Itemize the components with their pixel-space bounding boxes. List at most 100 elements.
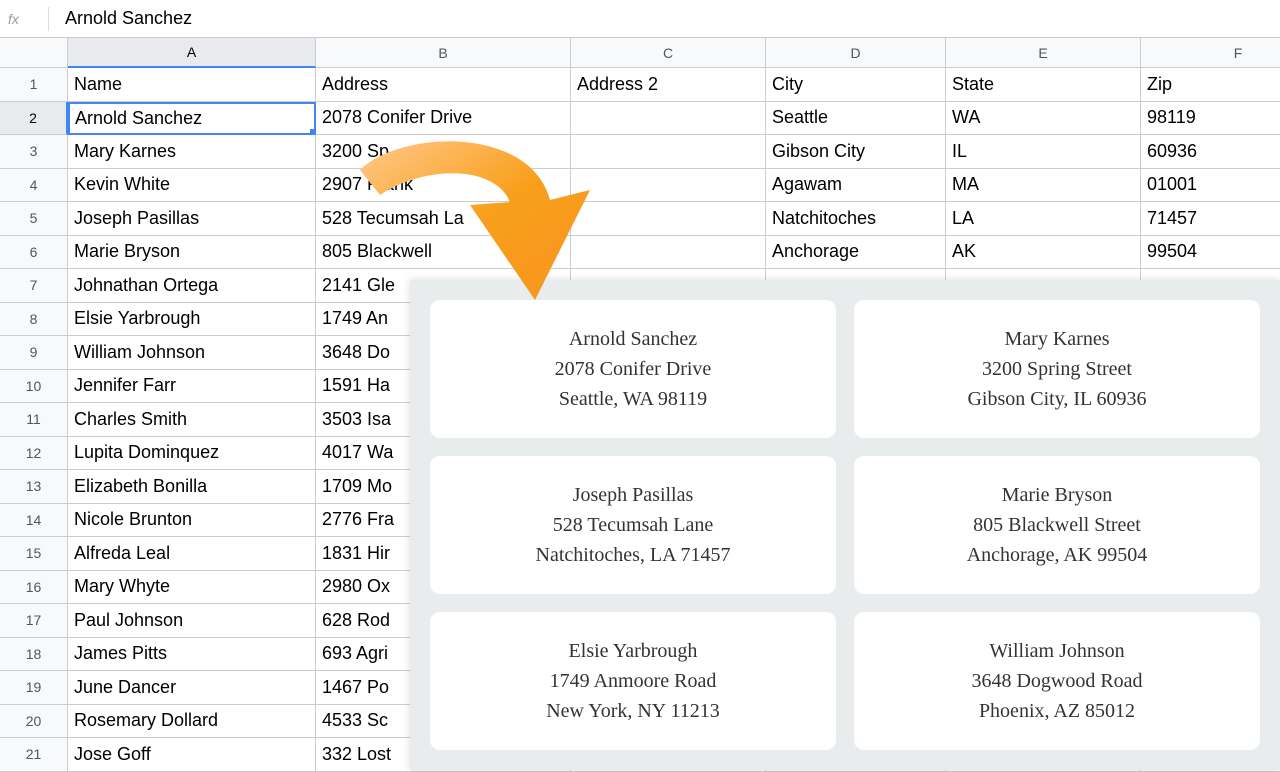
- cell[interactable]: Zip: [1141, 68, 1280, 102]
- row-header[interactable]: 18: [0, 638, 68, 672]
- table-row: 1NameAddressAddress 2CityStateZip: [0, 68, 1280, 102]
- cell[interactable]: Arnold Sanchez: [68, 102, 316, 136]
- labels-preview-panel: Arnold Sanchez 2078 Conifer Drive Seattl…: [410, 280, 1280, 770]
- col-header-a[interactable]: A: [68, 38, 316, 68]
- row-header[interactable]: 15: [0, 537, 68, 571]
- cell[interactable]: City: [766, 68, 946, 102]
- cell[interactable]: Natchitoches: [766, 202, 946, 236]
- cell[interactable]: Gibson City: [766, 135, 946, 169]
- cell[interactable]: Mary Whyte: [68, 571, 316, 605]
- cell[interactable]: Address: [316, 68, 571, 102]
- label-name: William Johnson: [989, 636, 1124, 666]
- cell[interactable]: [571, 202, 766, 236]
- label-name: Elsie Yarbrough: [569, 636, 698, 666]
- cell[interactable]: 98119: [1141, 102, 1280, 136]
- cell[interactable]: [571, 135, 766, 169]
- formula-bar[interactable]: fx Arnold Sanchez: [0, 0, 1280, 38]
- row-header[interactable]: 12: [0, 437, 68, 471]
- label-citystate: Gibson City, IL 60936: [967, 384, 1146, 414]
- formula-divider: [48, 7, 49, 31]
- label-card: Mary Karnes 3200 Spring Street Gibson Ci…: [854, 300, 1260, 438]
- cell[interactable]: Jennifer Farr: [68, 370, 316, 404]
- row-header[interactable]: 13: [0, 470, 68, 504]
- cell[interactable]: [571, 102, 766, 136]
- table-row: 4Kevin White2907 Frank AgawamMA01001: [0, 169, 1280, 203]
- cell[interactable]: Mary Karnes: [68, 135, 316, 169]
- row-header[interactable]: 9: [0, 336, 68, 370]
- row-header[interactable]: 11: [0, 403, 68, 437]
- cell[interactable]: Nicole Brunton: [68, 504, 316, 538]
- row-header[interactable]: 3: [0, 135, 68, 169]
- cell[interactable]: Charles Smith: [68, 403, 316, 437]
- col-header-b[interactable]: B: [316, 38, 571, 68]
- row-header[interactable]: 8: [0, 303, 68, 337]
- row-header[interactable]: 21: [0, 738, 68, 772]
- cell[interactable]: Jose Goff: [68, 738, 316, 772]
- row-header[interactable]: 16: [0, 571, 68, 605]
- fx-icon: fx: [8, 11, 48, 27]
- col-header-c[interactable]: C: [571, 38, 766, 68]
- cell[interactable]: IL: [946, 135, 1141, 169]
- cell[interactable]: [571, 236, 766, 270]
- formula-input[interactable]: Arnold Sanchez: [65, 8, 192, 29]
- label-name: Arnold Sanchez: [569, 324, 697, 354]
- cell[interactable]: Seattle: [766, 102, 946, 136]
- cell[interactable]: Marie Bryson: [68, 236, 316, 270]
- row-header[interactable]: 20: [0, 705, 68, 739]
- cell[interactable]: [571, 169, 766, 203]
- cell[interactable]: 2078 Conifer Drive: [316, 102, 571, 136]
- cell[interactable]: Rosemary Dollard: [68, 705, 316, 739]
- cell[interactable]: 01001: [1141, 169, 1280, 203]
- cell[interactable]: 2907 Frank: [316, 169, 571, 203]
- label-address: 528 Tecumsah Lane: [553, 510, 713, 540]
- cell[interactable]: Elsie Yarbrough: [68, 303, 316, 337]
- cell[interactable]: Elizabeth Bonilla: [68, 470, 316, 504]
- row-header[interactable]: 4: [0, 169, 68, 203]
- cell[interactable]: Anchorage: [766, 236, 946, 270]
- cell[interactable]: 99504: [1141, 236, 1280, 270]
- cell[interactable]: Joseph Pasillas: [68, 202, 316, 236]
- row-header[interactable]: 5: [0, 202, 68, 236]
- cell[interactable]: WA: [946, 102, 1141, 136]
- cell[interactable]: June Dancer: [68, 671, 316, 705]
- cell[interactable]: 71457: [1141, 202, 1280, 236]
- label-citystate: Natchitoches, LA 71457: [536, 540, 731, 570]
- cell[interactable]: Name: [68, 68, 316, 102]
- cell[interactable]: Paul Johnson: [68, 604, 316, 638]
- label-citystate: Phoenix, AZ 85012: [979, 696, 1135, 726]
- row-header[interactable]: 1: [0, 68, 68, 102]
- cell[interactable]: Lupita Dominquez: [68, 437, 316, 471]
- cell[interactable]: State: [946, 68, 1141, 102]
- cell[interactable]: 528 Tecumsah La: [316, 202, 571, 236]
- col-header-f[interactable]: F: [1141, 38, 1280, 68]
- cell[interactable]: Johnathan Ortega: [68, 269, 316, 303]
- col-header-d[interactable]: D: [766, 38, 946, 68]
- table-row: 2Arnold Sanchez2078 Conifer Drive Seattle…: [0, 102, 1280, 136]
- row-header[interactable]: 7: [0, 269, 68, 303]
- row-header[interactable]: 17: [0, 604, 68, 638]
- cell[interactable]: Address 2: [571, 68, 766, 102]
- row-header[interactable]: 10: [0, 370, 68, 404]
- cell[interactable]: Alfreda Leal: [68, 537, 316, 571]
- row-header[interactable]: 6: [0, 236, 68, 270]
- cell[interactable]: 60936: [1141, 135, 1280, 169]
- cell[interactable]: AK: [946, 236, 1141, 270]
- select-all-corner[interactable]: [0, 38, 68, 68]
- label-address: 1749 Anmoore Road: [550, 666, 717, 696]
- cell[interactable]: William Johnson: [68, 336, 316, 370]
- label-citystate: Anchorage, AK 99504: [967, 540, 1148, 570]
- cell[interactable]: James Pitts: [68, 638, 316, 672]
- row-header[interactable]: 14: [0, 504, 68, 538]
- label-address: 3648 Dogwood Road: [971, 666, 1142, 696]
- label-name: Mary Karnes: [1005, 324, 1110, 354]
- row-header[interactable]: 19: [0, 671, 68, 705]
- cell[interactable]: LA: [946, 202, 1141, 236]
- col-header-e[interactable]: E: [946, 38, 1141, 68]
- row-header[interactable]: 2: [0, 102, 68, 136]
- cell[interactable]: Kevin White: [68, 169, 316, 203]
- cell[interactable]: Agawam: [766, 169, 946, 203]
- label-card: Elsie Yarbrough 1749 Anmoore Road New Yo…: [430, 612, 836, 750]
- cell[interactable]: 805 Blackwell: [316, 236, 571, 270]
- cell[interactable]: MA: [946, 169, 1141, 203]
- cell[interactable]: 3200 Sp: [316, 135, 571, 169]
